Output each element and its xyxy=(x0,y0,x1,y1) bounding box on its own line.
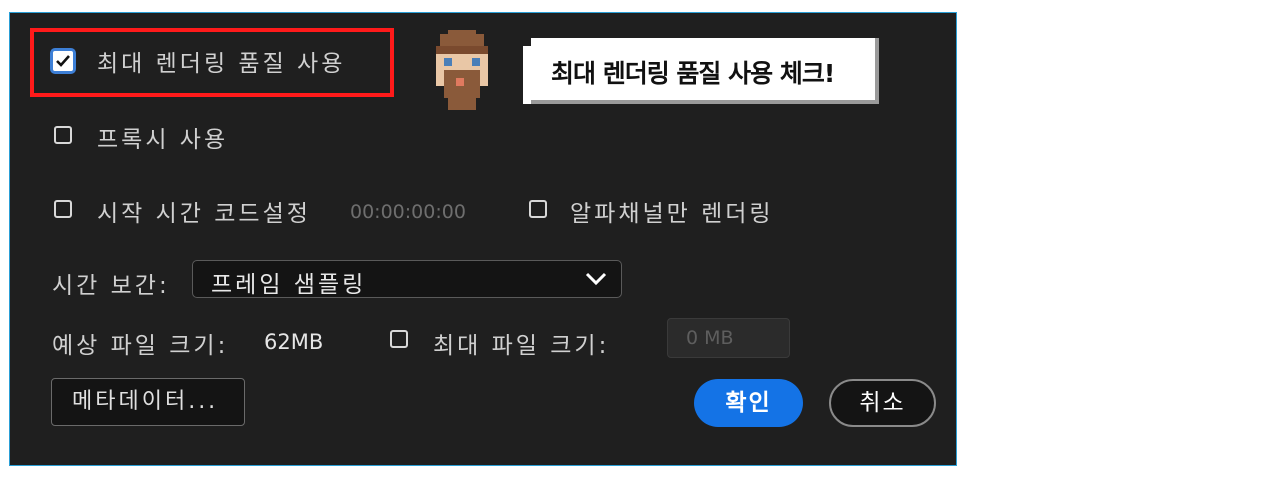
max-file-size-input[interactable]: 0 MB xyxy=(667,318,790,358)
alpha-only-label: 알파채널만 렌더링 xyxy=(570,201,774,227)
highlight-box xyxy=(30,28,394,97)
proxy-checkbox[interactable] xyxy=(54,126,72,144)
metadata-button[interactable]: 메타데이터... xyxy=(51,378,245,426)
alpha-only-checkbox[interactable] xyxy=(529,200,547,218)
start-timecode-value[interactable]: 00:00:00:00 xyxy=(350,201,466,223)
ok-button[interactable]: 확인 xyxy=(694,379,803,427)
callout-bubble: 최대 렌더링 품질 사용 체크! xyxy=(531,38,879,104)
proxy-label: 프록시 사용 xyxy=(97,127,229,153)
chevron-down-icon xyxy=(585,272,607,286)
max-file-size-checkbox[interactable] xyxy=(390,330,408,348)
callout-text: 최대 렌더링 품질 사용 체크! xyxy=(551,59,835,88)
time-interpolation-label: 시간 보간: xyxy=(52,273,170,299)
max-file-size-label: 최대 파일 크기: xyxy=(433,333,610,359)
start-timecode-label: 시작 시간 코드설정 xyxy=(97,201,311,227)
cancel-button[interactable]: 취소 xyxy=(829,379,936,427)
estimated-size-value: 62MB xyxy=(264,330,324,354)
start-timecode-checkbox[interactable] xyxy=(54,200,72,218)
callout-tail xyxy=(523,46,531,104)
estimated-size-label: 예상 파일 크기: xyxy=(52,333,229,359)
pixel-avatar-icon xyxy=(436,30,488,110)
time-interpolation-value: 프레임 샘플링 xyxy=(211,272,367,298)
time-interpolation-select[interactable]: 프레임 샘플링 xyxy=(192,260,622,298)
